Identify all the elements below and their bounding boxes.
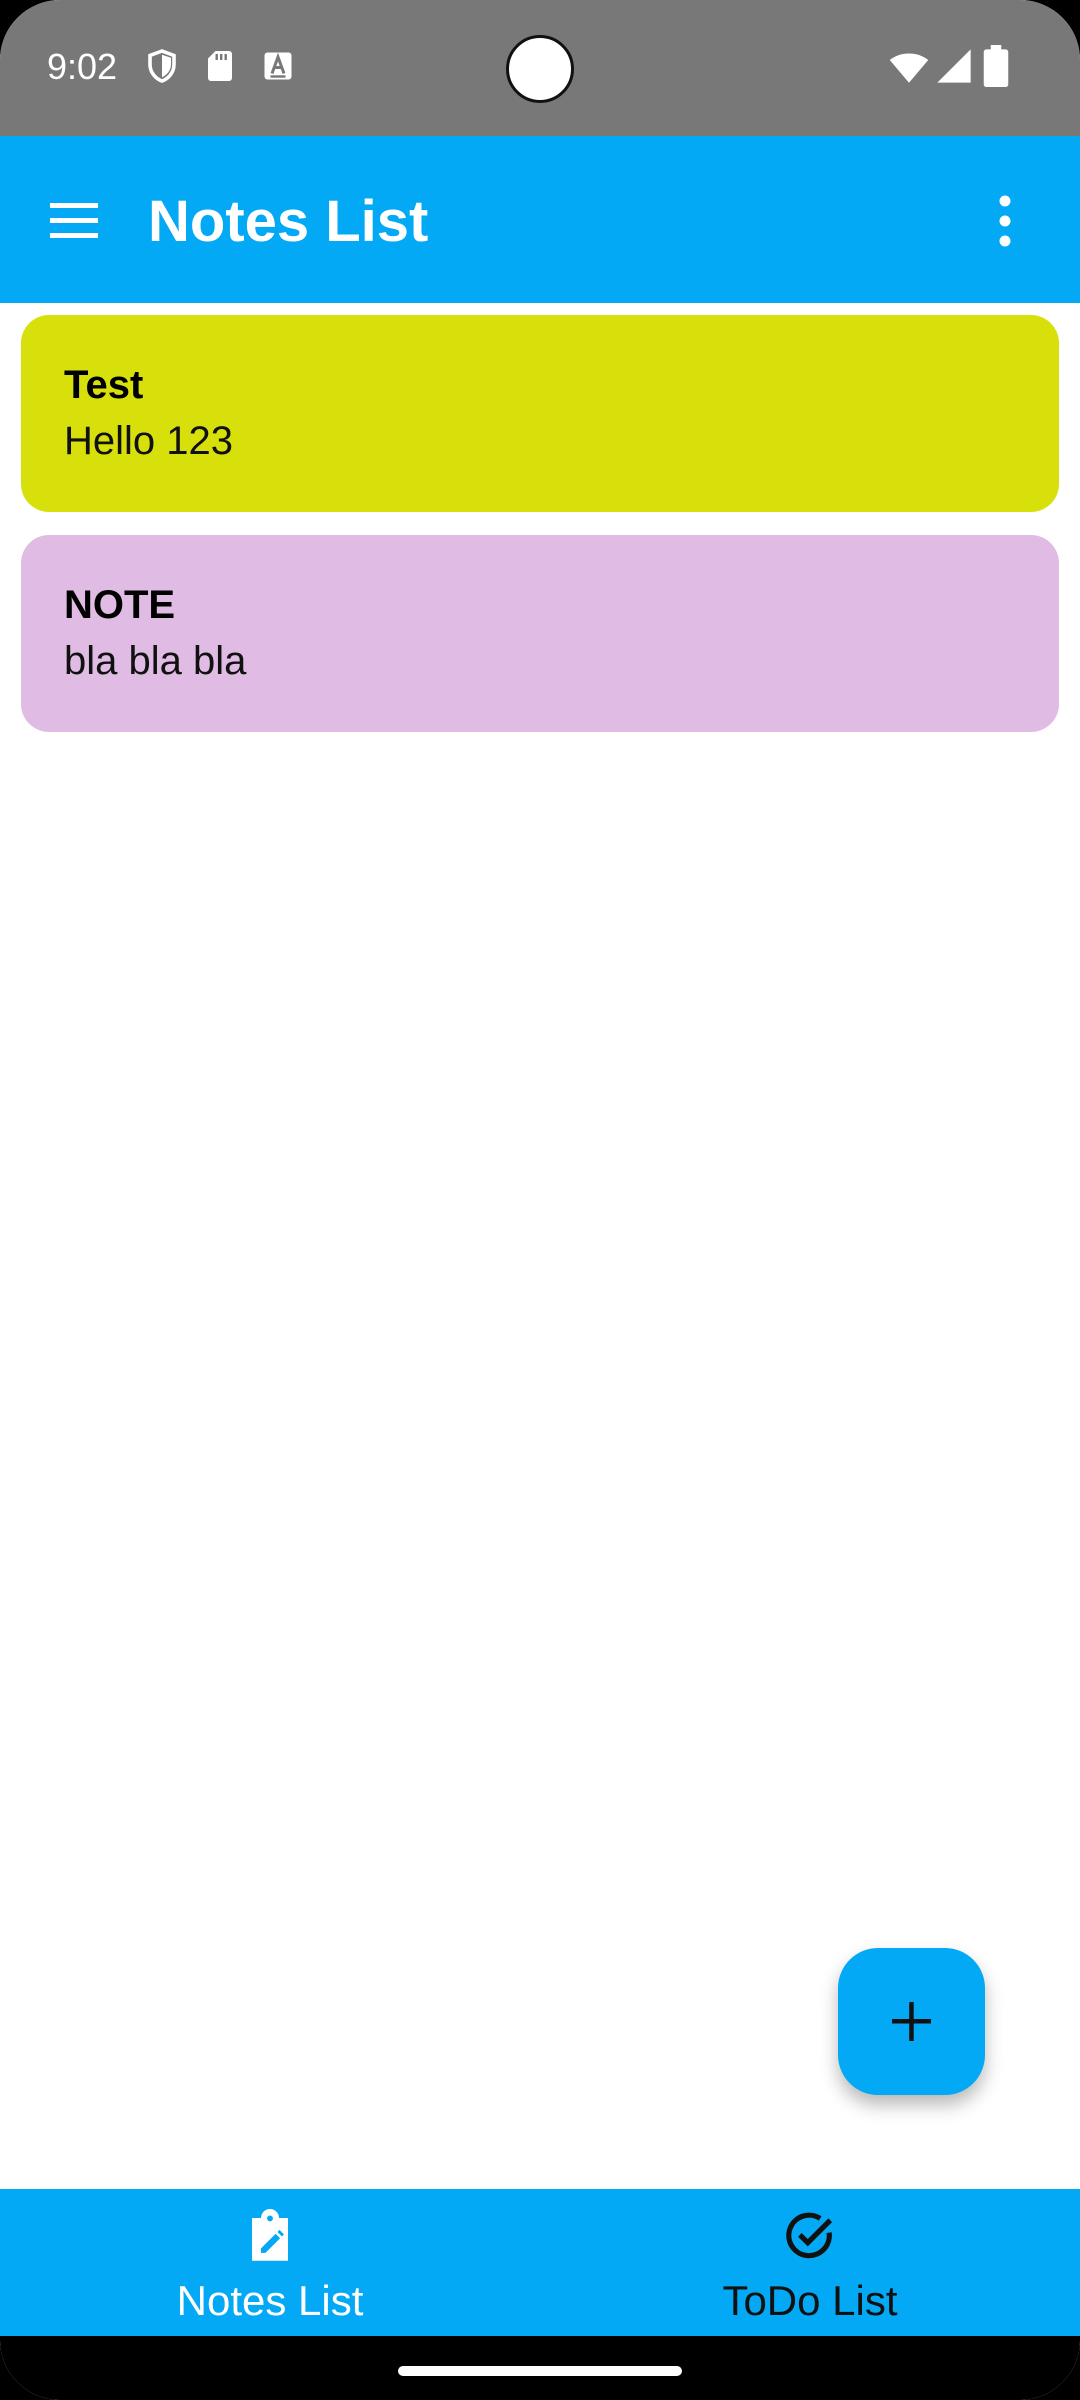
- check-circle-icon: [786, 2212, 833, 2259]
- page-title: Notes List: [148, 189, 429, 254]
- wifi-icon: [889, 53, 929, 83]
- note-card-test[interactable]: Test Hello 123: [21, 315, 1059, 512]
- nav-item-notes-list[interactable]: Notes List: [0, 2189, 540, 2336]
- nav-label-notes-list: Notes List: [176, 2277, 364, 2324]
- nav-label-todo-list: ToDo List: [722, 2277, 898, 2324]
- note-title: Test: [64, 363, 144, 407]
- note-card-note[interactable]: NOTE bla bla bla: [21, 535, 1059, 732]
- text-a-icon: [264, 52, 292, 80]
- shield-icon: [148, 49, 176, 83]
- home-gesture-handle[interactable]: [398, 2366, 682, 2376]
- battery-icon: [983, 45, 1009, 87]
- more-vert-icon: [999, 195, 1011, 247]
- menu-button[interactable]: [40, 186, 110, 256]
- add-note-button[interactable]: [838, 1948, 985, 2095]
- overflow-menu-button[interactable]: [980, 186, 1030, 256]
- status-time: 9:02: [47, 46, 118, 87]
- gesture-navigation-bar: [0, 2336, 1080, 2400]
- plus-icon: [892, 2002, 931, 2041]
- note-body: bla bla bla: [64, 639, 247, 683]
- signal-icon: [937, 49, 971, 83]
- front-camera: [506, 35, 574, 103]
- hamburger-menu-icon: [50, 203, 98, 238]
- note-body: Hello 123: [64, 419, 234, 463]
- clipboard-edit-icon: [252, 2209, 288, 2261]
- sd-card-icon: [208, 51, 232, 81]
- nav-item-todo-list[interactable]: ToDo List: [540, 2189, 1080, 2336]
- bottom-navigation: Notes List ToDo List: [0, 2189, 1080, 2336]
- device-screen: 9:02 Notes List Test Hello 123 NOTE bla …: [0, 0, 1080, 2400]
- status-bar: 9:02: [0, 0, 1080, 136]
- app-bar: Notes List: [0, 136, 1080, 303]
- note-title: NOTE: [64, 583, 176, 627]
